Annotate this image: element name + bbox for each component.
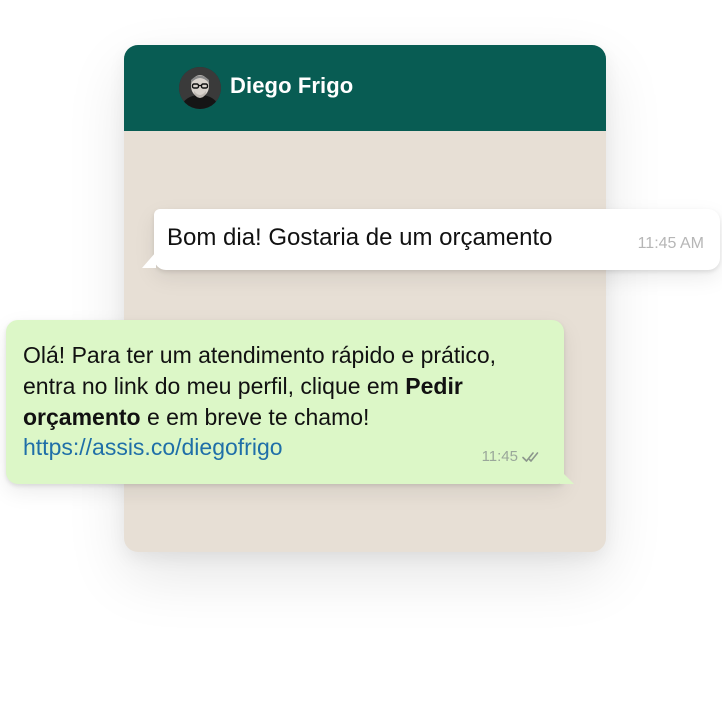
message-meta: 11:45 xyxy=(482,448,542,465)
message-time: 11:45 xyxy=(481,448,518,465)
bubble-tail xyxy=(142,252,156,268)
chat-illustration: Diego Frigo Bom dia! Gostaria de um orça… xyxy=(0,0,722,723)
double-check-icon xyxy=(522,451,539,462)
message-text: Bom dia! Gostaria de um orçamento xyxy=(167,224,553,251)
message-time: 11:45 AM xyxy=(637,235,704,252)
chat-header: Diego Frigo xyxy=(124,45,606,131)
profile-link[interactable]: https://assis.co/diegofrigo xyxy=(23,434,283,461)
message-text: Olá! Para ter um atendimento rápido e pr… xyxy=(23,340,553,433)
outgoing-message: Olá! Para ter um atendimento rápido e pr… xyxy=(6,320,574,484)
bubble-tail xyxy=(560,470,574,484)
profile-photo-icon xyxy=(179,67,221,109)
contact-name[interactable]: Diego Frigo xyxy=(230,73,353,99)
message-text-part: e em breve te chamo! xyxy=(140,404,370,430)
contact-avatar[interactable] xyxy=(179,67,221,109)
incoming-message: Bom dia! Gostaria de um orçamento 11:45 … xyxy=(142,209,720,270)
